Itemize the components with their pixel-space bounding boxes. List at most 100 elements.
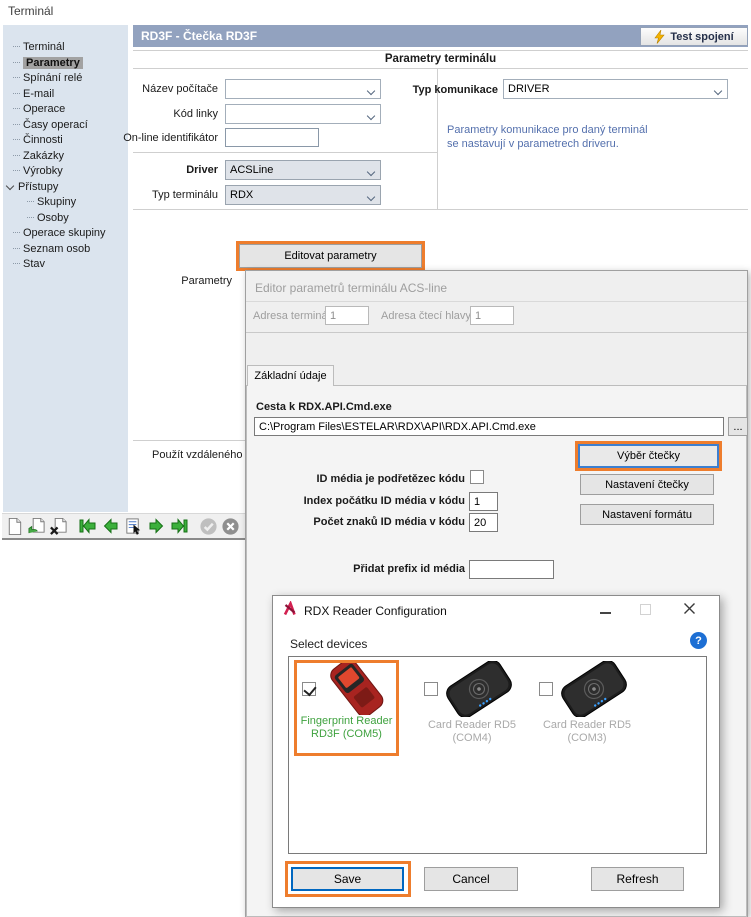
- chevron-down-icon: [367, 193, 375, 201]
- online-id-label: On-line identifikátor: [110, 132, 218, 145]
- sidebar-item-operace-skupiny[interactable]: Operace skupiny: [3, 226, 128, 240]
- save-button[interactable]: Save: [291, 867, 404, 891]
- divider: [133, 209, 748, 210]
- read-head-address-input[interactable]: 1: [470, 306, 514, 325]
- divider: [246, 332, 747, 333]
- sidebar-item-stav[interactable]: Stav: [3, 257, 128, 271]
- sidebar-item-skupiny[interactable]: Skupiny: [3, 195, 128, 209]
- first-record-icon[interactable]: [78, 516, 98, 537]
- id-char-count-input[interactable]: 20: [469, 513, 498, 532]
- terminal-address-input[interactable]: 1: [325, 306, 369, 325]
- lightning-icon: [654, 30, 665, 44]
- format-settings-button[interactable]: Nastavení formátu: [580, 504, 714, 525]
- sidebar: Terminál Parametry Spínání relé E-mail O…: [3, 25, 128, 512]
- sidebar-item-pristupy[interactable]: Přístupy: [3, 180, 128, 194]
- chevron-down-icon: [367, 87, 375, 95]
- parametry-field-label: Parametry: [150, 275, 232, 288]
- tree-connector: [13, 62, 20, 64]
- driver-combo[interactable]: ACSLine: [225, 160, 381, 180]
- reader-settings-button[interactable]: Nastavení čtečky: [580, 474, 714, 495]
- sidebar-item-parametry[interactable]: Parametry: [3, 56, 128, 70]
- cmd-path-label: Cesta k RDX.API.Cmd.exe: [256, 401, 392, 414]
- use-remote-label: Použít vzdáleného z: [152, 449, 245, 462]
- device-card3-checkbox[interactable]: [539, 682, 553, 696]
- computer-name-label: Název počítače: [120, 83, 218, 96]
- tree-connector: [13, 155, 20, 157]
- close-icon[interactable]: [683, 602, 696, 615]
- sidebar-item-terminal[interactable]: Terminál: [3, 40, 128, 54]
- read-head-address-label: Adresa čtecí hlavy: [381, 310, 471, 323]
- fingerprint-reader-image[interactable]: [322, 663, 392, 715]
- tab-zakladni-udaje[interactable]: Základní údaje: [247, 365, 334, 386]
- media-prefix-input[interactable]: [469, 560, 554, 579]
- chevron-down-icon[interactable]: [6, 181, 14, 189]
- browse-button[interactable]: ...: [728, 417, 748, 436]
- online-id-input[interactable]: [225, 128, 319, 147]
- tree-connector: [13, 248, 20, 250]
- divider: [133, 440, 245, 441]
- refresh-button[interactable]: Refresh: [591, 867, 684, 891]
- select-devices-label: Select devices: [290, 637, 367, 651]
- chevron-down-icon: [367, 168, 375, 176]
- id-substring-checkbox[interactable]: [470, 470, 484, 484]
- minimize-icon[interactable]: [600, 612, 611, 614]
- device-fingerprint-checkbox[interactable]: [302, 682, 316, 696]
- tree-connector: [13, 124, 20, 126]
- sidebar-item-spinani-rele[interactable]: Spínání relé: [3, 71, 128, 85]
- device-card3-label: Card Reader RD5 (COM3): [534, 719, 640, 745]
- sidebar-item-seznam-osob[interactable]: Seznam osob: [3, 242, 128, 256]
- device-card4-label: Card Reader RD5 (COM4): [419, 719, 525, 745]
- tree-connector: [13, 139, 20, 141]
- prev-record-icon[interactable]: [101, 516, 121, 537]
- cancel-button[interactable]: Cancel: [424, 867, 518, 891]
- card-reader-image[interactable]: [440, 661, 518, 717]
- sidebar-item-osoby[interactable]: Osoby: [3, 211, 128, 225]
- media-prefix-label: Přidat prefix id média: [230, 563, 465, 576]
- divider: [133, 68, 748, 69]
- id-substring-label: ID média je podřetězec kódu: [230, 473, 465, 486]
- window-title: Terminál: [8, 4, 53, 18]
- line-code-combo[interactable]: [225, 104, 381, 124]
- card-reader-image[interactable]: [555, 661, 633, 717]
- edit-params-button[interactable]: Editovat parametry: [239, 244, 422, 268]
- help-icon[interactable]: ?: [690, 632, 707, 649]
- driver-note: Parametry komunikace pro daný terminál s…: [447, 123, 648, 151]
- view-record-icon[interactable]: [124, 516, 143, 537]
- id-start-index-input[interactable]: 1: [469, 492, 498, 511]
- sidebar-item-operace[interactable]: Operace: [3, 102, 128, 116]
- tree-connector: [13, 93, 20, 95]
- edit-record-icon[interactable]: [27, 516, 46, 537]
- chevron-down-icon: [714, 87, 722, 95]
- select-reader-button[interactable]: Výběr čtečky: [578, 444, 719, 468]
- terminal-type-combo[interactable]: RDX: [225, 185, 381, 205]
- tree-connector: [13, 232, 20, 234]
- terminal-address-label: Adresa terminálu: [253, 310, 336, 323]
- computer-name-combo[interactable]: [225, 79, 381, 99]
- driver-label: Driver: [120, 164, 218, 177]
- rdx-app-icon: [282, 601, 298, 617]
- device-fingerprint-label: Fingerprint Reader RD3F (COM5): [296, 715, 397, 741]
- terminal-type-label: Typ terminálu: [120, 189, 218, 202]
- tree-connector: [27, 217, 34, 219]
- sidebar-item-email[interactable]: E-mail: [3, 87, 128, 101]
- tree-connector: [13, 108, 20, 110]
- cmd-path-input[interactable]: C:\Program Files\ESTELAR\RDX\API\RDX.API…: [254, 417, 724, 436]
- tree-connector: [27, 201, 34, 203]
- line-code-label: Kód linky: [120, 108, 218, 121]
- chevron-down-icon: [367, 112, 375, 120]
- test-connection-button[interactable]: Test spojení: [640, 27, 748, 46]
- editor-dialog-title: Editor parametrů terminálu ACS-line: [255, 281, 447, 295]
- sidebar-item-zakazky[interactable]: Zakázky: [3, 149, 128, 163]
- new-record-icon[interactable]: [5, 516, 24, 537]
- sidebar-item-casy-operaci[interactable]: Časy operací: [3, 118, 128, 132]
- delete-record-icon[interactable]: [49, 516, 68, 537]
- next-record-icon[interactable]: [146, 516, 166, 537]
- communication-type-combo[interactable]: DRIVER: [503, 79, 728, 99]
- device-card4-checkbox[interactable]: [424, 682, 438, 696]
- divider: [133, 50, 748, 51]
- id-char-count-label: Počet znaků ID média v kódu: [180, 516, 465, 529]
- tree-connector: [13, 46, 20, 48]
- sidebar-item-vyrobky[interactable]: Výrobky: [3, 164, 128, 178]
- communication-type-label: Typ komunikace: [395, 84, 498, 97]
- tree-connector: [13, 170, 20, 172]
